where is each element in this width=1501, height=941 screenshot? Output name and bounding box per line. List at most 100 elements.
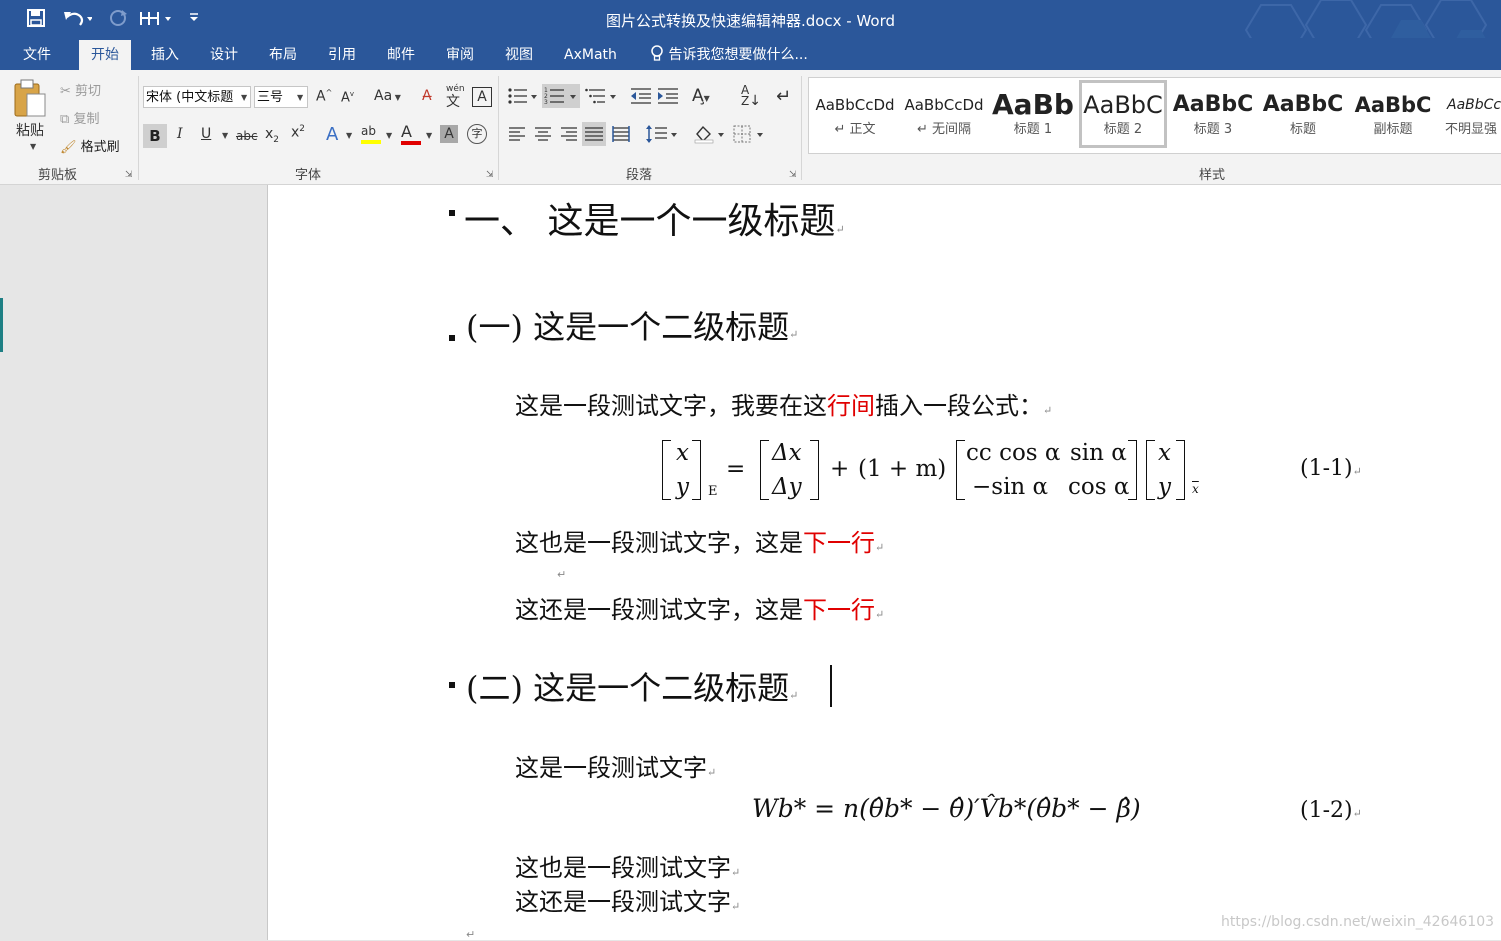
underline-dropdown-icon[interactable]: ▼	[222, 131, 228, 140]
style-subtitle[interactable]: AaBbC 副标题	[1349, 80, 1437, 148]
paragraph-launcher-icon[interactable]: ⇲	[789, 170, 797, 180]
align-left-icon[interactable]	[508, 126, 526, 146]
style-heading-3[interactable]: AaBbC 标题 3	[1169, 80, 1257, 148]
tab-review[interactable]: 审阅	[446, 45, 474, 65]
bold-button[interactable]: B	[143, 124, 167, 148]
paragraph-mark: ↵	[875, 541, 885, 554]
right-bracket	[692, 440, 701, 500]
equation-1[interactable]: x y E = Δx Δy + (1 + m) cc cos α sin α −…	[662, 440, 1202, 502]
sort-icon[interactable]: A Z↓	[741, 84, 761, 108]
body-paragraph[interactable]: 这还是一段测试文字，这是下一行↵	[515, 590, 884, 625]
heading-2[interactable]: (一) 这是一个二级标题↵	[466, 302, 798, 348]
grow-font-icon[interactable]: A^	[316, 88, 332, 105]
highlight-dropdown-icon[interactable]: ▼	[386, 131, 392, 140]
heading-2[interactable]: (二) 这是一个二级标题↵	[466, 663, 798, 709]
distributed-icon[interactable]	[612, 125, 630, 147]
tab-file[interactable]: 文件	[23, 45, 51, 65]
style-subtle-emphasis[interactable]: AaBbCc 不明显强	[1439, 80, 1501, 148]
align-right-icon[interactable]	[560, 126, 578, 146]
tab-references[interactable]: 引用	[328, 45, 356, 65]
show-formatting-marks-icon[interactable]: ↵	[776, 86, 791, 107]
superscript-button[interactable]: x2	[291, 124, 305, 141]
style-title[interactable]: AaBbC 标题	[1259, 80, 1347, 148]
line-spacing-icon[interactable]	[645, 125, 679, 147]
save-icon[interactable]	[26, 8, 46, 33]
tab-home[interactable]: 开始	[79, 40, 131, 71]
change-case-button[interactable]: Aa ▼	[374, 88, 401, 104]
paragraph-group-label: 段落	[626, 168, 653, 183]
style-heading-1[interactable]: AaBb 标题 1	[989, 80, 1077, 148]
style-no-spacing[interactable]: AaBbCcDd ↵ 无间隔	[900, 80, 988, 148]
group-separator	[801, 76, 802, 180]
enclose-characters-icon[interactable]: 字	[467, 124, 487, 144]
left-bracket	[662, 440, 671, 500]
copy-button[interactable]: ⧉ 复制	[60, 108, 99, 127]
undo-icon[interactable]	[62, 8, 93, 33]
group-separator	[138, 76, 139, 180]
bullets-icon[interactable]	[507, 86, 537, 110]
group-separator	[498, 76, 499, 180]
character-shading-icon[interactable]: A	[440, 125, 458, 143]
shrink-font-icon[interactable]: Av	[341, 90, 354, 105]
right-bracket	[810, 440, 819, 500]
format-painter-button[interactable]: 🖌 格式刷	[60, 136, 120, 155]
touch-mode-icon[interactable]	[138, 8, 174, 33]
asian-layout-icon[interactable]: A̧▼	[692, 86, 710, 106]
clipboard-launcher-icon[interactable]: ⇲	[125, 170, 133, 180]
tab-view[interactable]: 视图	[505, 45, 533, 65]
numbering-icon[interactable]: 123	[542, 84, 580, 108]
equation-2[interactable]: Wb* = n(θ̂b* − θ̂)′V̂b*(θ̂b* − β̂)	[752, 794, 1141, 823]
tab-axmath[interactable]: AxMath	[564, 45, 617, 65]
increase-indent-icon[interactable]	[657, 87, 679, 109]
body-paragraph[interactable]: 这也是一段测试文字，这是下一行↵	[515, 523, 884, 558]
body-paragraph[interactable]: 这是一段测试文字，我要在这行间插入一段公式：↵	[515, 386, 1052, 421]
font-launcher-icon[interactable]: ⇲	[486, 170, 494, 180]
highlight-color-button[interactable]: ab	[361, 124, 381, 144]
borders-icon[interactable]	[733, 124, 769, 148]
math-equals: =	[726, 456, 746, 482]
customize-qat-icon[interactable]	[188, 10, 200, 27]
body-paragraph[interactable]: 这还是一段测试文字↵	[515, 882, 740, 917]
character-border-icon[interactable]: A	[472, 87, 492, 107]
font-color-icon: A	[401, 122, 412, 141]
tab-insert[interactable]: 插入	[151, 45, 179, 65]
tell-me-search[interactable]: 告诉我您想要做什么...	[650, 45, 808, 65]
multilevel-list-icon[interactable]	[585, 86, 617, 110]
font-name-combo[interactable]: 宋体 (中文标题	[143, 86, 251, 108]
style-normal[interactable]: AaBbCcDd ↵ 正文	[811, 80, 899, 148]
body-paragraph[interactable]: 这是一段测试文字↵	[515, 748, 716, 783]
paragraph-mark: ↵	[1043, 404, 1053, 417]
phonetic-guide-button[interactable]: wén 文	[446, 84, 465, 111]
font-size-dropdown-icon[interactable]: ▼	[297, 93, 303, 102]
tab-design[interactable]: 设计	[210, 45, 238, 65]
font-color-dropdown-icon[interactable]: ▼	[426, 131, 432, 140]
paste-dropdown-icon[interactable]: ▼	[30, 142, 36, 151]
tab-layout[interactable]: 布局	[269, 45, 297, 65]
font-size-value: 三号	[257, 90, 284, 105]
cut-button[interactable]: ✂ 剪切	[60, 80, 101, 99]
font-color-button[interactable]: A	[401, 122, 421, 145]
subscript-button[interactable]: x2	[265, 126, 279, 145]
font-name-dropdown-icon[interactable]: ▼	[241, 93, 247, 102]
left-edge-strip	[0, 298, 3, 352]
strikethrough-button[interactable]: abc	[236, 129, 258, 143]
clear-formatting-icon[interactable]: A̶	[422, 88, 432, 104]
align-center-icon[interactable]	[534, 126, 552, 146]
underline-button[interactable]: U	[201, 126, 211, 142]
document-page[interactable]	[268, 185, 1501, 940]
shading-icon[interactable]	[693, 124, 729, 148]
body-paragraph[interactable]: 这也是一段测试文字↵	[515, 848, 740, 883]
italic-button[interactable]: I	[177, 126, 183, 142]
text-effects-icon[interactable]: A	[326, 124, 338, 145]
tab-mailings[interactable]: 邮件	[387, 45, 415, 65]
paste-label: 粘贴	[16, 123, 44, 139]
paste-button[interactable]	[12, 78, 48, 124]
heading-1[interactable]: 一、 这是一个一级标题↵	[464, 192, 845, 244]
justify-icon[interactable]	[582, 122, 606, 146]
redo-icon[interactable]	[108, 8, 128, 33]
text-effects-dropdown-icon[interactable]: ▼	[346, 131, 352, 140]
decrease-indent-icon[interactable]	[630, 87, 652, 109]
font-group-label: 字体	[295, 168, 322, 183]
style-heading-2[interactable]: AaBbC 标题 2	[1079, 80, 1167, 148]
paragraph-mark: ↵	[789, 689, 799, 702]
